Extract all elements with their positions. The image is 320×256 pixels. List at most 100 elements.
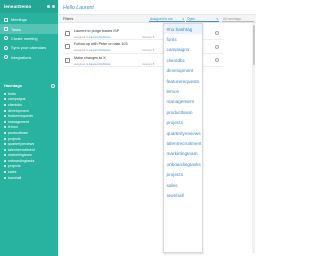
task-checkbox[interactable] [65, 30, 70, 36]
sidebar-item-meetings[interactable]: Meetings [0, 15, 58, 24]
task-meta: assigned to Laurent Dufresne [74, 48, 111, 52]
calendar-icon [4, 17, 8, 22]
filter-bar: Filters Assigned to me ▾ Open ▾ All hash… [58, 14, 256, 23]
task-title[interactable]: Laurent to purge trades ISP [74, 29, 119, 33]
dropdown-option[interactable]: productteam [164, 107, 202, 117]
chevron-down-icon: ▾ [182, 17, 184, 22]
dropdown-option[interactable]: #no hashtag [164, 24, 202, 35]
dropdown-option[interactable]: townhall [164, 190, 202, 200]
sidebar-item-label: Meetings [11, 17, 27, 23]
sidebar-header: lenearDemo [0, 0, 58, 13]
assigned-filter-value: Assigned to me [150, 16, 173, 21]
gear-icon[interactable] [51, 83, 55, 88]
hashtag-label: onboardingtasks [8, 158, 35, 163]
hashtag-dot-icon [4, 98, 6, 101]
hashtag-label: campaigns [8, 97, 26, 102]
hashtag-label: projects [8, 136, 21, 141]
dropdown-option[interactable]: fonts [164, 34, 202, 44]
notification-icon[interactable] [47, 5, 50, 8]
header-icons [47, 5, 55, 8]
task-assignee[interactable]: Laurent Dufresne [89, 62, 111, 66]
task-menu-icon[interactable] [215, 58, 219, 62]
sidebar-item-label: Tasks [11, 26, 21, 32]
task-meta: assigned to Laurent Dufresne [74, 35, 111, 39]
hashtag-label: townhall [8, 175, 22, 180]
hashtag-dropdown: #no hashtag fonts campaigns clientdbc develo… [163, 23, 203, 253]
dropdown-scrollbar[interactable] [252, 23, 255, 253]
hashtag-label: sales [8, 170, 17, 175]
hashtag-filter-placeholder: All hashtags [223, 16, 241, 21]
dropdown-option[interactable]: campaigns [164, 45, 202, 55]
task-date: January 8 [142, 34, 155, 39]
chevron-down-icon: ▾ [216, 17, 218, 22]
hashtag-label: lemon [8, 125, 18, 130]
sync-icon [4, 45, 8, 50]
sidebar-hashtag-item[interactable]: townhall [0, 175, 58, 181]
filter-label: Filters [63, 17, 74, 22]
dropdown-option[interactable]: sales [164, 180, 202, 190]
task-title[interactable]: Follow-up with Peter on task 103 [74, 42, 128, 46]
hashtag-label: featurerequests [8, 114, 33, 119]
sidebar-item-label: Integrations [11, 54, 32, 60]
dropdown-option[interactable]: projects [164, 118, 202, 128]
task-date: January 8 [142, 48, 155, 52]
status-filter-value: Open [187, 16, 196, 21]
task-checkbox[interactable] [65, 44, 70, 49]
hashtag-dot-icon [4, 109, 6, 112]
hashtag-label: fonts [8, 91, 16, 96]
sidebar-item-sync-calendars[interactable]: Sync your calendars [0, 43, 58, 52]
hashtag-dot-icon [4, 171, 6, 174]
hashtag-dot-icon [4, 103, 6, 106]
hashtag-label: development [8, 108, 29, 113]
task-meta: assigned to Laurent Dufresne [74, 62, 111, 66]
dropdown-option[interactable]: talentrecruitment [164, 138, 202, 148]
task-title[interactable]: Make changes to X [74, 56, 106, 60]
dropdown-option[interactable]: quarterlyreviews [164, 128, 202, 138]
task-menu-icon[interactable] [215, 44, 219, 49]
task-assignee[interactable]: Laurent Dufresne [89, 35, 111, 39]
hashtag-dot-icon [4, 176, 6, 179]
dropdown-option[interactable]: featurerequests [164, 76, 202, 86]
task-meta-prefix: assigned to [74, 48, 89, 52]
scrollbar-thumb[interactable] [252, 25, 255, 65]
hashtag-dot-icon [4, 120, 6, 123]
hashtag-dot-icon [4, 126, 6, 129]
dropdown-option[interactable]: projects [164, 169, 202, 179]
task-meta-prefix: assigned to [74, 34, 89, 39]
hashtag-label: quarterlyreviews [8, 142, 35, 147]
task-date: January 8 [142, 61, 155, 66]
hashtag-label: marketingteam [8, 153, 32, 158]
hashtag-label: talentrecruitment [8, 147, 35, 152]
hashtag-filter-input[interactable]: All hashtags [222, 17, 254, 22]
dropdown-option[interactable]: marketingteam [164, 149, 202, 159]
plus-icon [4, 36, 8, 41]
dropdown-option[interactable]: lemon [164, 86, 202, 96]
status-filter-select[interactable]: Open ▾ [186, 17, 219, 22]
hashtag-label: management [8, 119, 29, 124]
hashtag-label: clientdbc [8, 102, 23, 107]
hashtag-dot-icon [4, 115, 6, 118]
dropdown-option[interactable]: onboardingtasks [164, 159, 202, 169]
sidebar-item-integrations[interactable]: Integrations [0, 53, 58, 62]
app-title[interactable]: lenearDemo [4, 4, 31, 9]
sidebar-item-create-meeting[interactable]: Create meeting [0, 34, 58, 43]
hashtag-dot-icon [4, 148, 6, 151]
sidebar-nav: Meetings Tasks Create meeting Sync your … [0, 15, 58, 62]
menu-icon[interactable] [52, 5, 55, 8]
sidebar-item-label: Create meeting [11, 35, 38, 41]
task-checkbox[interactable] [65, 57, 70, 63]
dropdown-option[interactable]: management [164, 97, 202, 107]
task-meta-prefix: assigned to [74, 61, 89, 66]
task-menu-icon[interactable] [215, 31, 219, 35]
hashtag-dot-icon [4, 131, 6, 134]
dropdown-option[interactable]: clientdbc [164, 55, 202, 65]
sidebar: lenearDemo Meetings Tasks Create meeting… [0, 0, 58, 256]
hashtags-header: Hashtags [0, 82, 58, 90]
sidebar-item-label: Sync your calendars [11, 45, 47, 51]
assigned-filter-select[interactable]: Assigned to me ▾ [149, 17, 185, 22]
main-panel: Hello Laurent Filters Assigned to me ▾ O… [58, 0, 256, 256]
sidebar-item-tasks[interactable]: Tasks [0, 24, 58, 34]
hashtags-title: Hashtags [4, 83, 23, 89]
task-assignee[interactable]: Laurent Dufresne [89, 48, 111, 52]
dropdown-option[interactable]: development [164, 66, 202, 76]
